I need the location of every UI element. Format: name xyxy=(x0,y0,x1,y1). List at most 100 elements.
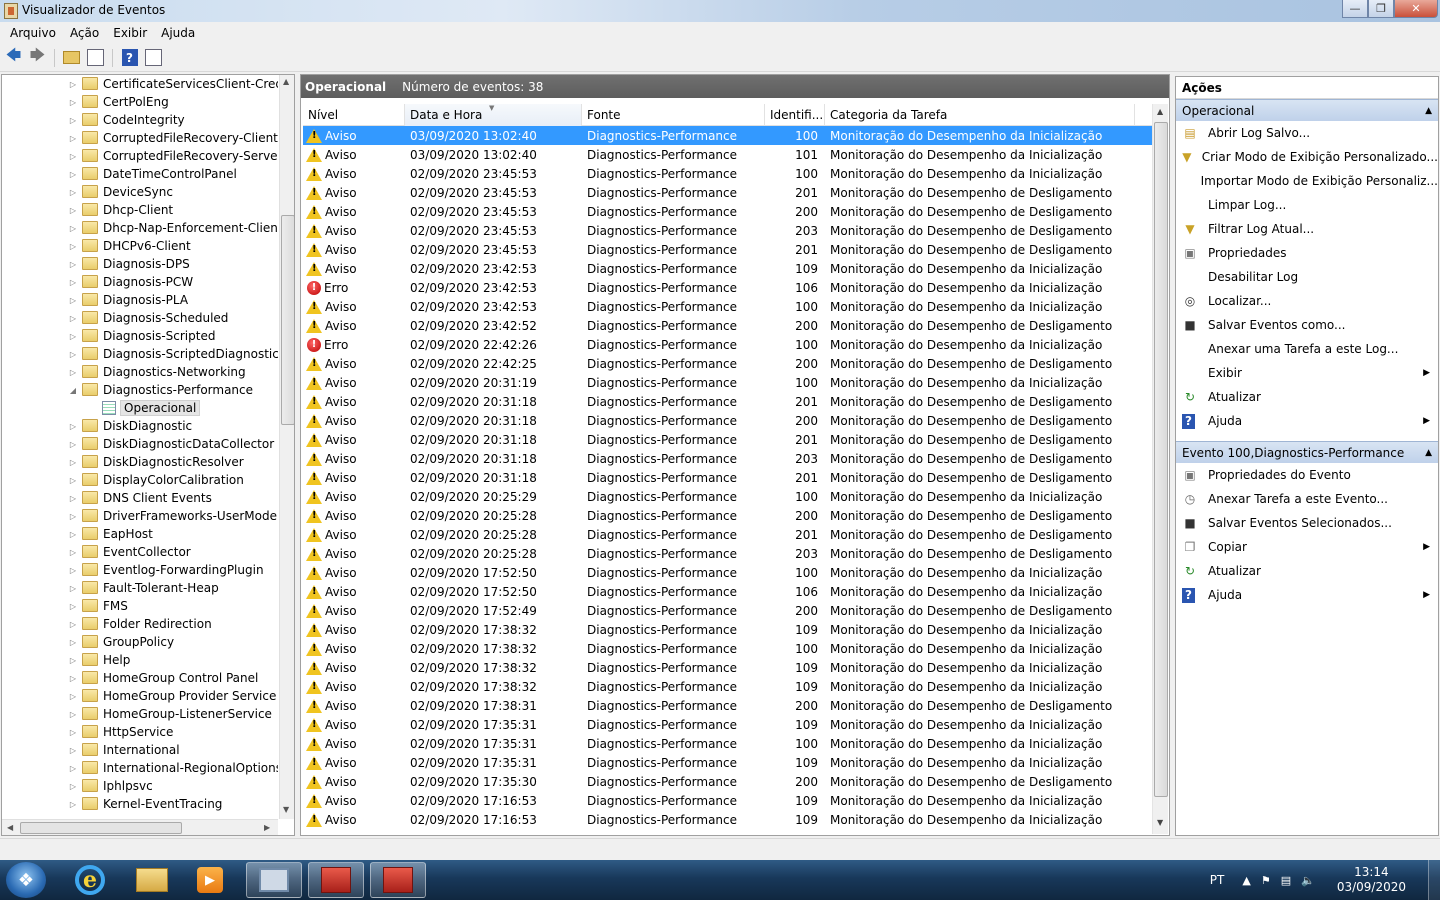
expand-arrow-icon[interactable]: ▷ xyxy=(68,206,78,215)
action-item[interactable]: Exibir ▶ xyxy=(1176,361,1438,385)
action-item[interactable]: ▼ Criar Modo de Exibição Personalizado... xyxy=(1176,145,1438,169)
table-row[interactable]: Aviso 02/09/2020 17:38:31 Diagnostics-Perf… xyxy=(303,696,1155,715)
table-row[interactable]: Aviso 02/09/2020 20:31:18 Diagnostics-Perf… xyxy=(303,411,1155,430)
tree-item[interactable]: ▷ DriverFrameworks-UserMode xyxy=(2,507,278,525)
tree-horizontal-scrollbar[interactable]: ◀ ▶ xyxy=(2,819,278,835)
expand-arrow-icon[interactable]: ▷ xyxy=(68,170,78,179)
collapse-arrow-icon[interactable]: ▲ xyxy=(1425,448,1432,458)
column-header-task-category[interactable]: Categoria da Tarefa xyxy=(825,104,1135,126)
table-row[interactable]: Aviso 02/09/2020 20:31:18 Diagnostics-Perf… xyxy=(303,468,1155,487)
action-item[interactable]: ❐ Copiar ▶ xyxy=(1176,535,1438,559)
menu-arquivo[interactable]: Arquivo xyxy=(3,26,63,40)
table-row[interactable]: Aviso 02/09/2020 20:25:28 Diagnostics-Perf… xyxy=(303,525,1155,544)
close-button[interactable]: ✕ xyxy=(1394,0,1438,18)
column-header-datetime[interactable]: Data e Hora ▼ xyxy=(405,104,582,126)
tree-item[interactable]: ▷ Diagnostics-Networking xyxy=(2,363,278,381)
tree-item[interactable]: ▷ DiskDiagnosticResolver xyxy=(2,453,278,471)
table-row[interactable]: Aviso 02/09/2020 20:25:29 Diagnostics-Perf… xyxy=(303,487,1155,506)
scroll-down-icon[interactable]: ▼ xyxy=(1157,818,1163,827)
tree-vertical-scrollbar[interactable]: ▲ ▼ xyxy=(279,75,294,819)
forward-arrow-icon[interactable]: 🡆 xyxy=(28,46,47,67)
tree-item[interactable]: ▷ HomeGroup Control Panel xyxy=(2,669,278,687)
scroll-thumb[interactable] xyxy=(1154,122,1168,797)
show-desktop-button[interactable] xyxy=(1428,860,1440,900)
expand-arrow-icon[interactable]: ▷ xyxy=(68,710,78,719)
expand-arrow-icon[interactable]: ▷ xyxy=(68,674,78,683)
table-row[interactable]: ! Erro 02/09/2020 22:42:26 Diagnostics-Perf… xyxy=(303,335,1155,354)
table-row[interactable]: ! Erro 02/09/2020 23:42:53 Diagnostics-Perf… xyxy=(303,278,1155,297)
expand-arrow-icon[interactable]: ▷ xyxy=(68,314,78,323)
tree-item[interactable]: ▷ CorruptedFileRecovery-Server xyxy=(2,147,278,165)
start-button-icon[interactable]: ❖ xyxy=(6,862,46,898)
expand-arrow-icon[interactable]: ▷ xyxy=(68,278,78,287)
scroll-thumb[interactable] xyxy=(281,215,294,425)
taskbar-event-viewer[interactable] xyxy=(246,862,302,898)
tree-item[interactable]: ▷ DiskDiagnostic xyxy=(2,417,278,435)
collapse-arrow-icon[interactable]: ◢ xyxy=(68,386,78,395)
table-row[interactable]: Aviso 02/09/2020 20:25:28 Diagnostics-Perf… xyxy=(303,506,1155,525)
expand-arrow-icon[interactable]: ▷ xyxy=(68,764,78,773)
tree-item[interactable]: ▷ Diagnosis-Scripted xyxy=(2,327,278,345)
table-row[interactable]: Aviso 02/09/2020 20:31:18 Diagnostics-Perf… xyxy=(303,449,1155,468)
show-hidden-icons-icon[interactable]: ▲ xyxy=(1242,874,1250,887)
expand-arrow-icon[interactable]: ▷ xyxy=(68,728,78,737)
maximize-button[interactable]: ❐ xyxy=(1368,0,1394,18)
table-row[interactable]: Aviso 02/09/2020 17:16:53 Diagnostics-Perf… xyxy=(303,791,1155,810)
taskbar-explorer[interactable] xyxy=(124,862,180,898)
taskbar-media-player[interactable]: ▶ xyxy=(182,862,238,898)
action-item[interactable]: ▤ Abrir Log Salvo... xyxy=(1176,121,1438,145)
table-row[interactable]: Aviso 02/09/2020 23:45:53 Diagnostics-Perf… xyxy=(303,240,1155,259)
expand-arrow-icon[interactable]: ▷ xyxy=(68,188,78,197)
action-item[interactable]: Limpar Log... xyxy=(1176,193,1438,217)
tree-item[interactable]: ▷ Diagnosis-ScriptedDiagnosticsPr xyxy=(2,345,278,363)
expand-arrow-icon[interactable]: ▷ xyxy=(68,476,78,485)
actions-section-log[interactable]: Operacional ▲ xyxy=(1176,99,1438,121)
scroll-left-icon[interactable]: ◀ xyxy=(7,823,13,832)
table-row[interactable]: Aviso 02/09/2020 23:45:53 Diagnostics-Perf… xyxy=(303,202,1155,221)
network-icon[interactable]: ▤ xyxy=(1281,874,1291,887)
action-item[interactable]: Desabilitar Log xyxy=(1176,265,1438,289)
expand-arrow-icon[interactable]: ▷ xyxy=(68,152,78,161)
tree-item[interactable]: ◢ Diagnostics-Performance xyxy=(2,381,278,399)
expand-arrow-icon[interactable]: ▷ xyxy=(68,296,78,305)
tree-item[interactable]: ▷ Diagnosis-DPS xyxy=(2,255,278,273)
expand-arrow-icon[interactable]: ▷ xyxy=(68,458,78,467)
expand-arrow-icon[interactable]: ▷ xyxy=(68,692,78,701)
action-center-flag-icon[interactable]: ⚑ xyxy=(1261,874,1271,887)
tree-item[interactable]: ▷ CorruptedFileRecovery-Client xyxy=(2,129,278,147)
expand-arrow-icon[interactable]: ▷ xyxy=(68,332,78,341)
table-row[interactable]: Aviso 02/09/2020 17:35:31 Diagnostics-Perf… xyxy=(303,734,1155,753)
expand-arrow-icon[interactable]: ▷ xyxy=(68,422,78,431)
expand-arrow-icon[interactable]: ▷ xyxy=(68,368,78,377)
tree-item[interactable]: ▷ HttpService xyxy=(2,723,278,741)
table-row[interactable]: Aviso 02/09/2020 17:35:31 Diagnostics-Perf… xyxy=(303,753,1155,772)
up-folder-icon[interactable] xyxy=(62,48,81,67)
tree-item[interactable]: ▷ Kernel-EventTracing xyxy=(2,795,278,813)
table-row[interactable]: Aviso 03/09/2020 13:02:40 Diagnostics-Perf… xyxy=(303,145,1155,164)
tree-item[interactable]: ▷ HomeGroup-ListenerService xyxy=(2,705,278,723)
table-row[interactable]: Aviso 02/09/2020 17:35:31 Diagnostics-Perf… xyxy=(303,715,1155,734)
expand-arrow-icon[interactable]: ▷ xyxy=(68,440,78,449)
action-item[interactable]: ■ Salvar Eventos Selecionados... xyxy=(1176,511,1438,535)
tree-item[interactable]: ▷ CertificateServicesClient-Credent xyxy=(2,75,278,93)
back-arrow-icon[interactable]: 🡄 xyxy=(4,46,23,67)
table-row[interactable]: Aviso 02/09/2020 17:35:30 Diagnostics-Perf… xyxy=(303,772,1155,791)
table-row[interactable]: Aviso 02/09/2020 17:52:49 Diagnostics-Perf… xyxy=(303,601,1155,620)
scroll-thumb[interactable] xyxy=(20,822,182,834)
action-item[interactable]: ▼ Filtrar Log Atual... xyxy=(1176,217,1438,241)
table-row[interactable]: Aviso 02/09/2020 23:42:53 Diagnostics-Perf… xyxy=(303,259,1155,278)
table-row[interactable]: Aviso 02/09/2020 17:52:50 Diagnostics-Perf… xyxy=(303,582,1155,601)
table-row[interactable]: Aviso 02/09/2020 20:25:28 Diagnostics-Perf… xyxy=(303,544,1155,563)
expand-arrow-icon[interactable]: ▷ xyxy=(68,98,78,107)
tree-item[interactable]: ▷ Iphlpsvc xyxy=(2,777,278,795)
help-icon[interactable]: ? xyxy=(120,48,139,67)
table-row[interactable]: Aviso 02/09/2020 20:31:18 Diagnostics-Perf… xyxy=(303,392,1155,411)
tree-item[interactable]: Operacional xyxy=(2,399,278,417)
table-row[interactable]: Aviso 02/09/2020 17:38:32 Diagnostics-Perf… xyxy=(303,639,1155,658)
tree-item[interactable]: ▷ CodeIntegrity xyxy=(2,111,278,129)
taskbar-app-toolbox-1[interactable] xyxy=(308,862,364,898)
expand-arrow-icon[interactable]: ▷ xyxy=(68,116,78,125)
table-row[interactable]: Aviso 02/09/2020 17:16:53 Diagnostics-Perf… xyxy=(303,810,1155,829)
expand-arrow-icon[interactable]: ▷ xyxy=(68,350,78,359)
tree-item[interactable]: ▷ Diagnosis-Scheduled xyxy=(2,309,278,327)
